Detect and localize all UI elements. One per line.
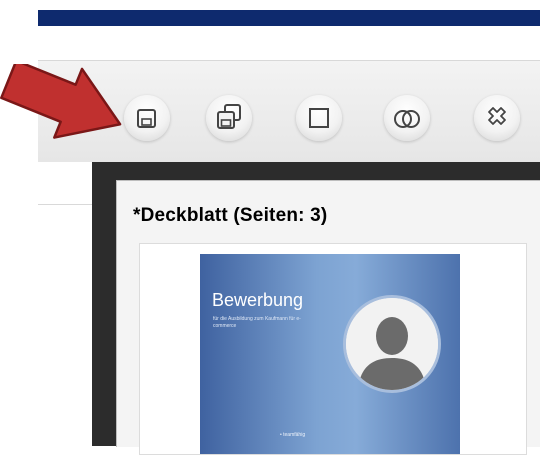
square-icon [309,108,329,128]
cover-subtitle: für die Ausbildung zum Kaufmann für e-co… [213,316,301,329]
cover-page-thumbnail[interactable]: Bewerbung für die Ausbildung zum Kaufman… [200,254,460,454]
close-icon [488,107,506,125]
person-icon [346,298,438,390]
menu-area [38,26,540,56]
cover-bullet: • teamfähig [280,432,306,438]
new-page-button[interactable] [296,95,342,141]
divider [38,204,92,205]
cover-title: Bewerbung [212,290,304,310]
save-all-button[interactable] [206,95,252,141]
page-thumbnail-container[interactable]: Bewerbung für die Ausbildung zum Kaufman… [139,243,527,455]
save-all-icon [217,104,241,129]
avatar [343,295,441,393]
merge-button[interactable] [384,95,430,141]
arrow-annotation [0,64,122,139]
panel-title: *Deckblatt (Seiten: 3) [133,205,328,226]
page-panel: *Deckblatt (Seiten: 3) Bewerbung für die… [116,180,540,455]
overlap-circles-icon [394,110,420,128]
title-bar [38,10,540,26]
close-button[interactable] [474,95,520,141]
